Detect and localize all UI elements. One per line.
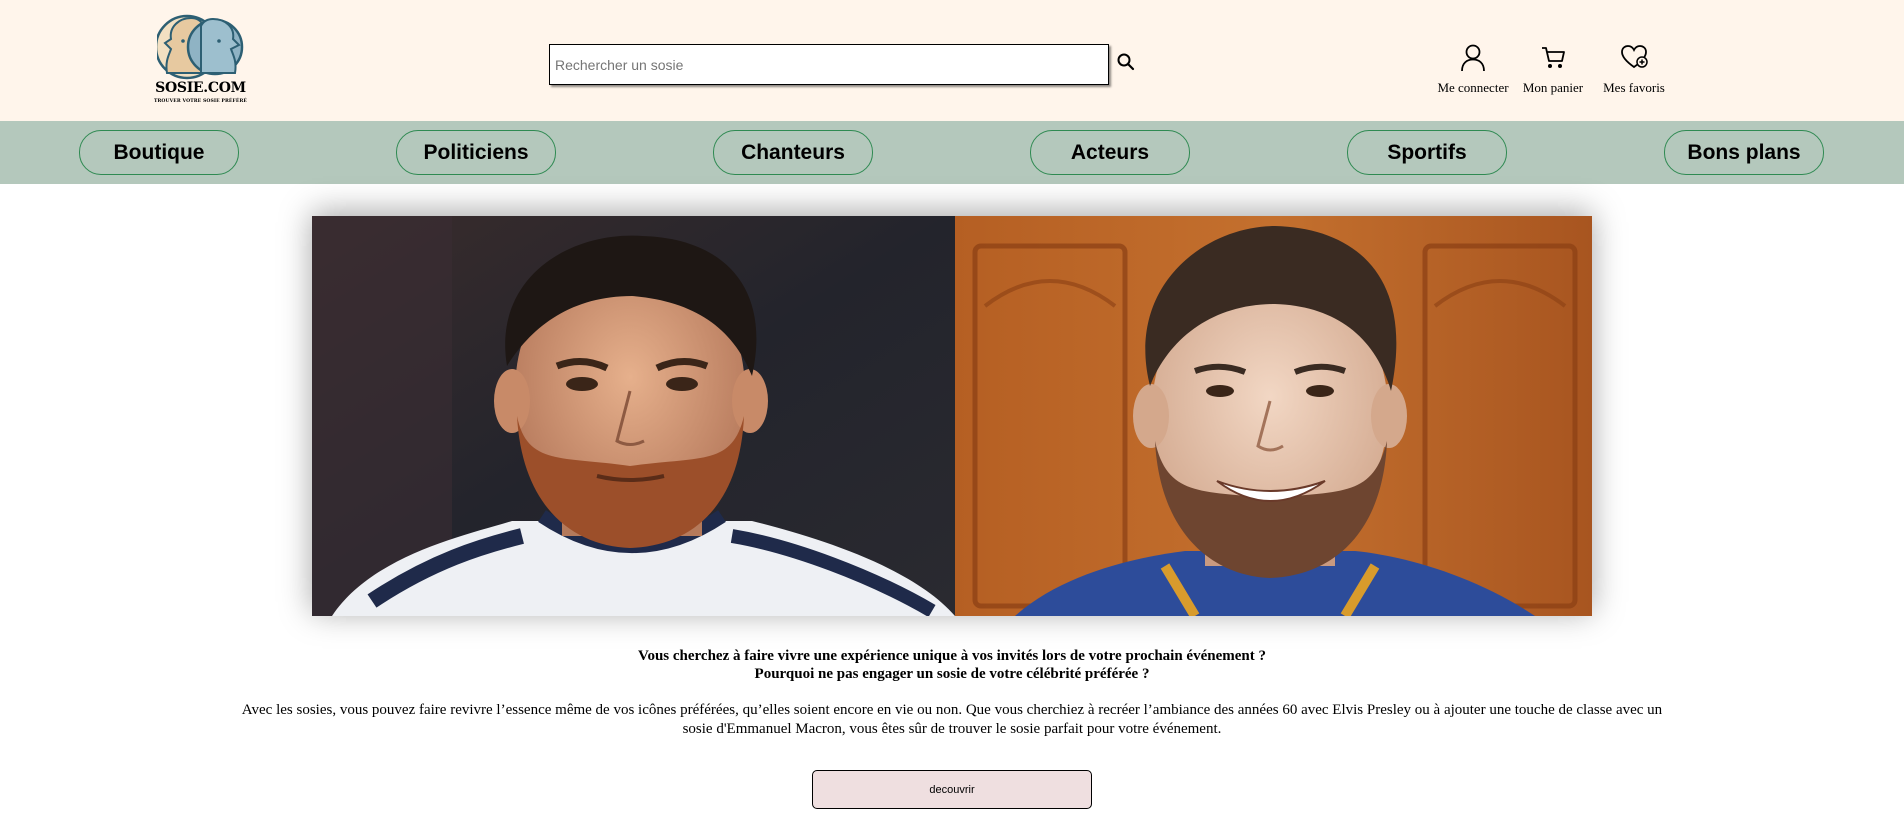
search-icon [1117,53,1135,71]
cart-icon [1542,47,1565,68]
login-link[interactable]: Me connecter [1428,42,1518,98]
lookalike-photo [955,216,1592,616]
logo-title: SOSIE.COM [155,80,246,96]
favorites-link[interactable]: Mes favoris [1589,42,1679,98]
category-nav: Boutique Politiciens Chanteurs Acteurs S… [0,121,1904,184]
user-icon [1461,44,1485,72]
intro-lead-line-1: Vous cherchez à faire vivre une expérien… [637,648,1266,664]
heart-plus-icon [1621,45,1648,69]
cart-label: Mon panier [1522,80,1584,95]
site-header: SOSIE.COM TROUVER VOTRE SOSIE PRÉFÉRÉ Me… [0,0,1904,121]
search-input[interactable] [549,44,1109,85]
two-faces-logo-icon [157,14,244,80]
nav-item-acteurs[interactable]: Acteurs [1030,130,1190,175]
intro-paragraph: Avec les sosies, vous pouvez faire reviv… [241,702,1663,737]
search-button[interactable] [1116,52,1136,72]
nav-item-politiciens[interactable]: Politiciens [396,130,556,175]
intro-lead: Vous cherchez à faire vivre une expérien… [0,647,1904,683]
favorites-label: Mes favoris [1603,80,1665,95]
discover-button[interactable]: decouvrir [812,770,1092,809]
intro-lead-line-2: Pourquoi ne pas engager un sosie de votr… [754,666,1150,682]
logo-tagline: TROUVER VOTRE SOSIE PRÉFÉRÉ [154,99,247,104]
nav-item-chanteurs[interactable]: Chanteurs [713,130,873,175]
hero-banner [312,216,1592,616]
nav-item-sportifs[interactable]: Sportifs [1347,130,1507,175]
nav-item-boutique[interactable]: Boutique [79,130,239,175]
celebrity-photo [312,216,955,616]
site-logo[interactable]: SOSIE.COM TROUVER VOTRE SOSIE PRÉFÉRÉ [153,13,248,109]
cart-link[interactable]: Mon panier [1508,42,1598,98]
login-label: Me connecter [1437,80,1509,95]
nav-item-bons-plans[interactable]: Bons plans [1664,130,1824,175]
